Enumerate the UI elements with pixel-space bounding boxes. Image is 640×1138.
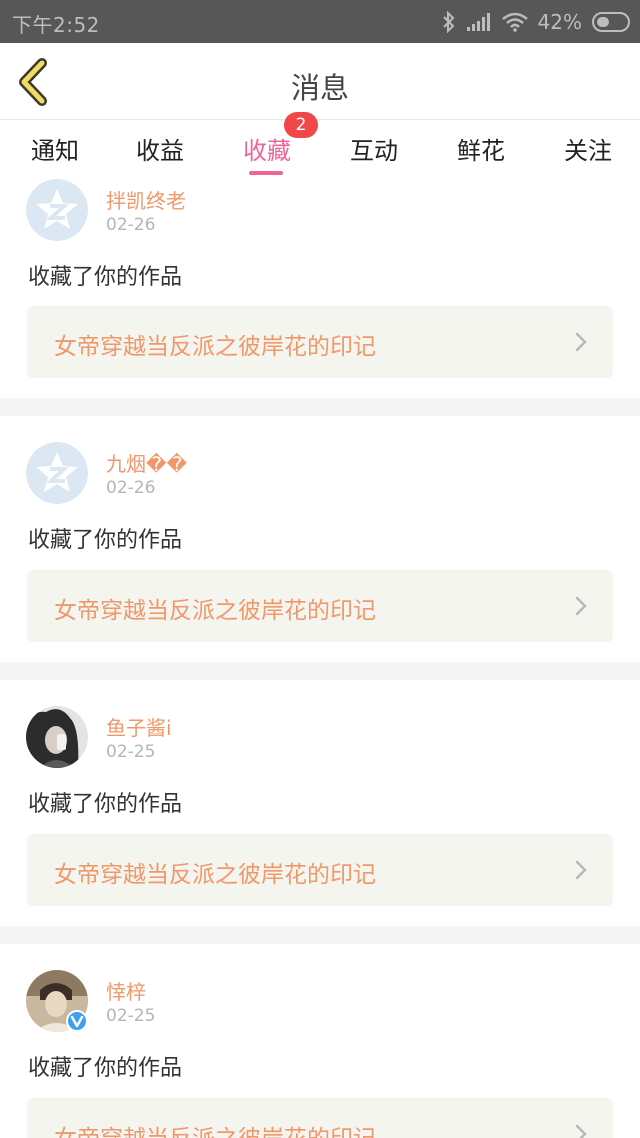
- battery-percent: 42%: [537, 10, 582, 34]
- post-date: 02-26: [106, 478, 156, 498]
- user-name[interactable]: 悻梓: [106, 976, 146, 1005]
- work-link[interactable]: 女帝穿越当反派之彼岸花的印记: [27, 306, 613, 378]
- avatar[interactable]: [26, 442, 88, 504]
- list-item: 九烟�� 02-26 收藏了你的作品 女帝穿越当反派之彼岸花的印记: [0, 416, 640, 662]
- header: 消息: [0, 43, 640, 120]
- work-link[interactable]: 女帝穿越当反派之彼岸花的印记: [27, 834, 613, 906]
- active-tab-indicator: [249, 171, 283, 175]
- chevron-right-icon: [575, 596, 587, 620]
- wifi-icon: [501, 12, 528, 32]
- post-date: 02-26: [106, 215, 156, 235]
- favorites-feed[interactable]: 拌凯终老 02-26 收藏了你的作品 女帝穿越当反派之彼岸花的印记 九烟�� 0…: [0, 179, 640, 1138]
- tab-interactions[interactable]: 互动: [319, 131, 429, 166]
- work-link[interactable]: 女帝穿越当反派之彼岸花的印记: [27, 570, 613, 642]
- work-title: 女帝穿越当反派之彼岸花的印记: [54, 862, 376, 888]
- battery-level: [597, 17, 609, 27]
- divider: [0, 398, 640, 416]
- tab-bar: 通知 收益 收藏 2 互动 鲜花 关注: [0, 112, 640, 179]
- post-date: 02-25: [106, 1006, 156, 1026]
- action-text: 收藏了你的作品: [28, 265, 183, 290]
- divider: [0, 926, 640, 944]
- user-name[interactable]: 鱼子酱i: [106, 712, 172, 741]
- chevron-right-icon: [575, 860, 587, 884]
- chevron-right-icon: [575, 332, 587, 356]
- default-avatar-icon: [26, 442, 88, 504]
- tab-earnings[interactable]: 收益: [105, 131, 215, 166]
- status-time: 下午2:52: [12, 13, 100, 37]
- work-title: 女帝穿越当反派之彼岸花的印记: [54, 598, 376, 624]
- action-text: 收藏了你的作品: [28, 792, 183, 817]
- divider: [0, 662, 640, 680]
- battery-icon: [592, 12, 630, 32]
- work-title: 女帝穿越当反派之彼岸花的印记: [54, 334, 376, 360]
- status-indicators: 42%: [442, 9, 630, 35]
- user-name[interactable]: 九烟��: [106, 448, 187, 477]
- verified-badge-icon: [66, 1010, 88, 1032]
- list-item: 悻梓 02-25 收藏了你的作品 女帝穿越当反派之彼岸花的印记: [0, 944, 640, 1138]
- notification-badge: 2: [284, 112, 318, 138]
- default-avatar-icon: [26, 179, 88, 241]
- tab-following[interactable]: 关注: [533, 131, 640, 166]
- user-photo-icon: [26, 706, 88, 768]
- page-title: 消息: [290, 71, 349, 105]
- user-name[interactable]: 拌凯终老: [106, 185, 186, 214]
- signal-icon: [466, 12, 492, 32]
- work-title: 女帝穿越当反派之彼岸花的印记: [54, 1119, 376, 1138]
- post-date: 02-25: [106, 742, 156, 762]
- list-item: 鱼子酱i 02-25 收藏了你的作品 女帝穿越当反派之彼岸花的印记: [0, 680, 640, 926]
- tab-flowers[interactable]: 鲜花: [426, 131, 536, 166]
- avatar[interactable]: [26, 179, 88, 241]
- tab-favorites-label: 收藏: [243, 137, 291, 165]
- tab-notifications[interactable]: 通知: [0, 131, 110, 166]
- list-item: 拌凯终老 02-26 收藏了你的作品 女帝穿越当反派之彼岸花的印记: [0, 179, 640, 398]
- status-bar: 下午2:52 42%: [0, 0, 640, 43]
- action-text: 收藏了你的作品: [28, 528, 183, 553]
- work-link[interactable]: 女帝穿越当反派之彼岸花的印记: [27, 1098, 613, 1138]
- avatar[interactable]: [26, 706, 88, 768]
- bluetooth-icon: [442, 11, 456, 33]
- chevron-right-icon: [575, 1124, 587, 1138]
- action-text: 收藏了你的作品: [28, 1056, 183, 1081]
